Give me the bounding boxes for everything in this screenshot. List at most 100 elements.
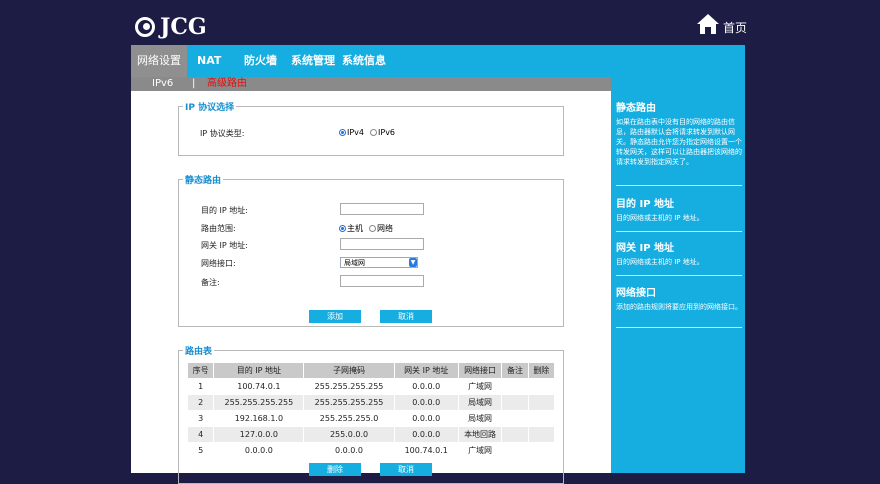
gateway-ip-input[interactable]	[340, 238, 424, 250]
dest-ip-input[interactable]	[340, 203, 424, 215]
main-content: IP 协议选择 IP 协议类型: IPv4 IPv6 静态路由 目的 IP 地址…	[131, 91, 611, 484]
logo-mark-icon	[135, 17, 155, 37]
home-label: 首页	[723, 21, 748, 35]
table-cell	[501, 426, 529, 443]
gateway-ip-label: 网关 IP 地址:	[201, 241, 248, 250]
route-scope-radios: 主机 网络	[339, 223, 393, 234]
route-table: 序号 目的 IP 地址 子网掩码 网关 IP 地址 网络接口 备注 删除 1 1…	[186, 362, 556, 459]
subnav-separator: |	[192, 78, 196, 89]
host-radio-label: 主机	[347, 224, 363, 233]
table-row: 3 192.168.1.0 255.255.255.0 0.0.0.0 局域网	[186, 410, 556, 427]
delete-cell[interactable]	[527, 410, 556, 427]
col-header: 子网掩码	[303, 362, 395, 379]
brand-logo: JCG	[135, 14, 207, 40]
remark-input[interactable]	[340, 275, 424, 287]
table-cell: 3	[186, 410, 215, 427]
help-title: 网关 IP 地址	[616, 243, 675, 254]
table-cell: 100.74.0.1	[213, 378, 305, 395]
table-cell: 100.74.0.1	[393, 442, 459, 459]
ipv6-radio-label: IPv6	[378, 128, 396, 137]
help-text: 如果在路由表中没有目的网络的路由信息，路由器默认会将请求转发到默认网关。静态路由…	[616, 118, 742, 166]
help-section-interface: 网络接口 添加的路由规则将要应用到的网络接口。	[616, 284, 742, 328]
table-cell: 255.255.255.0	[303, 410, 395, 427]
table-cell: 0.0.0.0	[213, 442, 305, 459]
table-cell: 127.0.0.0	[213, 426, 305, 443]
table-cell: 1	[186, 378, 215, 395]
interface-select-value: 局域网	[344, 259, 365, 267]
nav-item-firewall[interactable]: 防火墙	[244, 45, 277, 77]
interface-select[interactable]: 局域网 ▼	[340, 257, 418, 268]
route-table-header: 序号 目的 IP 地址 子网掩码 网关 IP 地址 网络接口 备注 删除	[186, 362, 556, 379]
table-cell: 255.0.0.0	[303, 426, 395, 443]
main-nav: 网络设置 NAT 防火墙 系统管理 系统信息	[131, 45, 745, 77]
network-radio-label: 网络	[377, 224, 393, 233]
table-cell: 255.255.255.255	[213, 394, 305, 411]
help-text: 目的网络或主机的 IP 地址。	[616, 214, 704, 222]
nav-item-system-admin[interactable]: 系统管理	[291, 45, 335, 77]
table-cell: 5	[186, 442, 215, 459]
interface-label: 网络接口:	[201, 259, 236, 268]
dest-ip-label: 目的 IP 地址:	[201, 206, 248, 215]
delete-cell[interactable]	[527, 378, 556, 395]
cancel-route-button[interactable]: 取消	[380, 310, 432, 323]
table-cell: 局域网	[457, 410, 503, 427]
radio-checked-icon	[339, 225, 346, 232]
route-table-legend: 路由表	[185, 347, 213, 357]
table-cell: 本地回路	[457, 426, 503, 443]
help-panel: 静态路由 如果在路由表中没有目的网络的路由信息，路由器默认会将请求转发到默认网关…	[611, 91, 745, 473]
col-header: 备注	[501, 362, 529, 379]
ipv6-radio[interactable]: IPv6	[370, 128, 395, 137]
delete-cell[interactable]	[527, 426, 556, 443]
home-icon	[697, 14, 719, 34]
help-panel-top	[611, 77, 745, 91]
ipv4-radio[interactable]: IPv4	[339, 128, 364, 137]
help-title: 目的 IP 地址	[616, 199, 675, 210]
cancel-table-button[interactable]: 取消	[380, 463, 432, 476]
remark-label: 备注:	[201, 278, 220, 287]
delete-route-button[interactable]: 删除	[309, 463, 361, 476]
help-title: 静态路由	[616, 103, 656, 114]
nav-item-system-info[interactable]: 系统信息	[342, 45, 386, 77]
home-link[interactable]: 首页	[695, 12, 747, 36]
col-header: 删除	[527, 362, 556, 379]
table-cell: 广域网	[457, 442, 503, 459]
route-scope-label: 路由范围:	[201, 224, 236, 233]
brand-name: JCG	[160, 14, 207, 40]
help-text: 目的网络或主机的 IP 地址。	[616, 258, 704, 266]
col-header: 序号	[186, 362, 215, 379]
subnav-item-ipv6[interactable]: IPv6	[152, 77, 173, 91]
table-row: 4 127.0.0.0 255.0.0.0 0.0.0.0 本地回路	[186, 426, 556, 443]
add-route-button[interactable]: 添加	[309, 310, 361, 323]
table-cell: 0.0.0.0	[303, 442, 395, 459]
table-cell	[501, 410, 529, 427]
ip-protocol-label: IP 协议类型:	[200, 129, 245, 138]
col-header: 网关 IP 地址	[393, 362, 459, 379]
table-cell: 2	[186, 394, 215, 411]
help-section-dest-ip: 目的 IP 地址 目的网络或主机的 IP 地址。	[616, 195, 742, 232]
help-text: 添加的路由规则将要应用到的网络接口。	[616, 303, 742, 311]
host-radio[interactable]: 主机	[339, 223, 363, 234]
table-cell: 局域网	[457, 394, 503, 411]
table-cell: 255.255.255.255	[303, 378, 395, 395]
nav-item-network[interactable]: 网络设置	[131, 45, 187, 77]
table-cell: 4	[186, 426, 215, 443]
subnav-item-advanced-routing[interactable]: 高级路由	[207, 77, 247, 91]
table-cell: 0.0.0.0	[393, 426, 459, 443]
sub-nav: IPv6 | 高级路由	[131, 77, 611, 91]
table-row: 2 255.255.255.255 255.255.255.255 0.0.0.…	[186, 394, 556, 411]
table-cell: 0.0.0.0	[393, 410, 459, 427]
table-cell: 广域网	[457, 378, 503, 395]
table-cell: 255.255.255.255	[303, 394, 395, 411]
static-route-legend: 静态路由	[185, 176, 222, 186]
radio-checked-icon	[339, 129, 346, 136]
dropdown-arrow-icon: ▼	[409, 258, 417, 267]
ip-protocol-radios: IPv4 IPv6	[339, 128, 395, 137]
network-radio[interactable]: 网络	[369, 223, 393, 234]
radio-unchecked-icon	[370, 129, 378, 136]
table-row: 5 0.0.0.0 0.0.0.0 100.74.0.1 广域网	[186, 442, 556, 459]
table-cell	[501, 378, 529, 395]
delete-cell[interactable]	[527, 442, 556, 459]
nav-item-nat[interactable]: NAT	[197, 45, 221, 77]
delete-cell[interactable]	[527, 394, 556, 411]
radio-unchecked-icon	[369, 225, 376, 232]
